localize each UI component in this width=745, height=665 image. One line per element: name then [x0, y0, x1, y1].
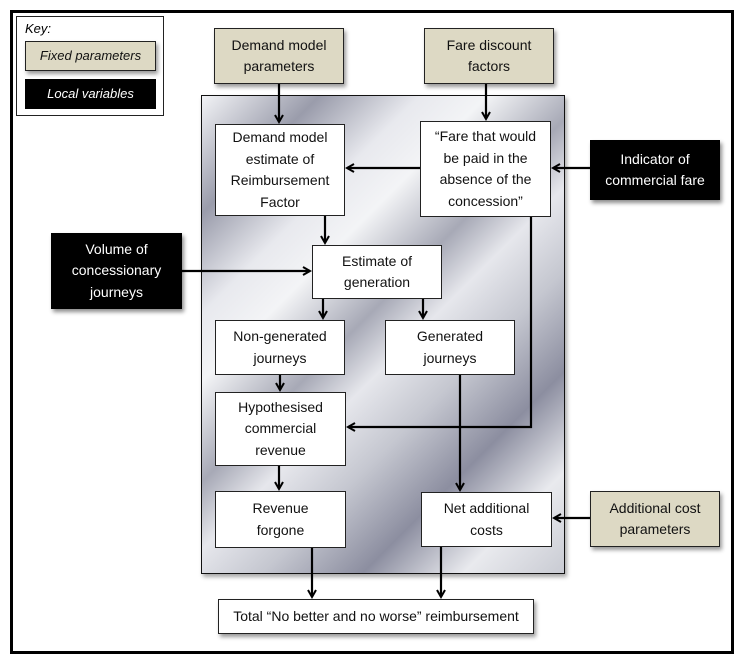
node-fare-discount-factors: Fare discount factors [424, 28, 554, 84]
legend: Key: Fixed parameters Local variables [16, 16, 164, 116]
node-total-reimbursement: Total “No better and no worse” reimburse… [218, 599, 534, 634]
node-revenue-forgone: Revenue forgone [215, 491, 346, 548]
node-demand-model-parameters: Demand model parameters [214, 28, 344, 84]
legend-title: Key: [25, 21, 52, 36]
node-estimate-of-generation: Estimate of generation [312, 245, 442, 299]
node-demand-model-estimate: Demand model estimate of Reimbursement F… [215, 124, 345, 216]
node-net-additional-costs: Net additional costs [421, 492, 552, 547]
node-hypothesised-commercial-revenue: Hypothesised commercial revenue [215, 392, 346, 466]
node-indicator-commercial-fare: Indicator of commercial fare [590, 140, 720, 200]
node-additional-cost-parameters: Additional cost parameters [590, 491, 720, 547]
node-volume-concessionary-journeys: Volume of concessionary journeys [51, 233, 182, 309]
node-non-generated-journeys: Non-generated journeys [215, 320, 345, 375]
legend-local-variables: Local variables [25, 79, 156, 109]
node-fare-absence: “Fare that would be paid in the absence … [420, 121, 551, 217]
node-generated-journeys: Generated journeys [385, 320, 515, 375]
legend-fixed-parameters: Fixed parameters [25, 41, 156, 71]
